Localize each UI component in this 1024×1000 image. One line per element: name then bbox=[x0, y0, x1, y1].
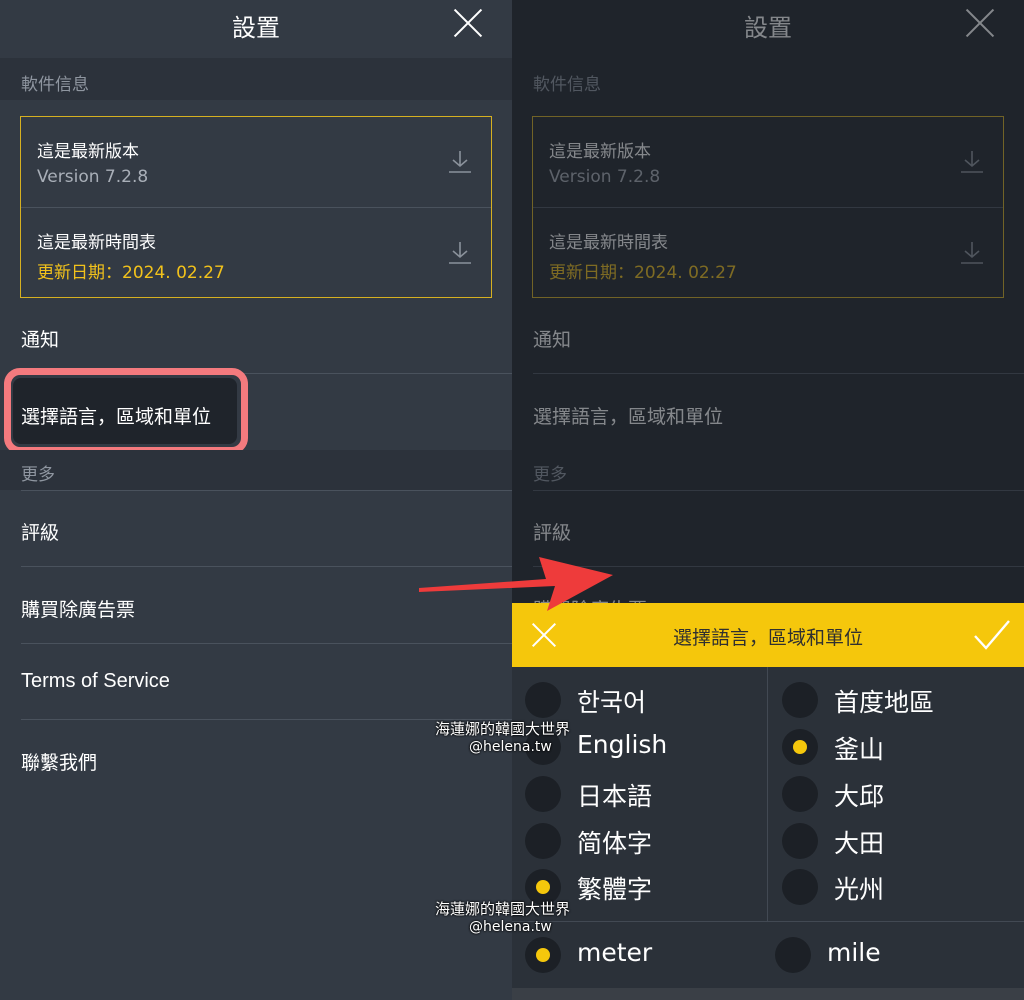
option-label: mile bbox=[827, 938, 881, 967]
schedule-title: 這是最新時間表 bbox=[549, 233, 668, 253]
option-label: 日本語 bbox=[577, 782, 653, 811]
download-icon[interactable] bbox=[447, 240, 473, 266]
watermark-handle: @helena.tw bbox=[469, 739, 552, 755]
watermark: 海蓮娜的韓國大世界 @helena.tw bbox=[435, 900, 570, 936]
section-label-more: 更多 bbox=[21, 465, 55, 485]
check-icon[interactable] bbox=[972, 617, 1012, 653]
radio-button[interactable] bbox=[782, 682, 818, 718]
region-option[interactable]: 大田 bbox=[782, 821, 1012, 861]
language-option[interactable]: 한국어 bbox=[525, 680, 755, 720]
option-label: 釜山 bbox=[834, 735, 885, 764]
option-label: 简体字 bbox=[577, 829, 653, 858]
radio-button[interactable] bbox=[775, 937, 811, 973]
language-option[interactable]: 简体字 bbox=[525, 821, 755, 861]
schedule-date: 更新日期：2024. 02.27 bbox=[37, 263, 225, 283]
divider bbox=[533, 373, 1024, 374]
watermark-handle: @helena.tw bbox=[469, 919, 552, 935]
schedule-row: 這是最新時間表 更新日期：2024. 02.27 bbox=[533, 207, 1003, 297]
radio-button-selected[interactable] bbox=[782, 729, 818, 765]
option-label: 首度地區 bbox=[834, 688, 935, 717]
menu-item-language: 選擇語言，區域和單位 bbox=[533, 406, 724, 428]
option-label: 大田 bbox=[834, 829, 885, 858]
bottom-bar bbox=[512, 988, 1024, 1000]
language-region-unit-dialog: 選擇語言，區域和單位 한국어 English 日本語 简体字 繁體字 首度地區 … bbox=[512, 603, 1024, 1000]
divider bbox=[21, 490, 512, 491]
option-label: 繁體字 bbox=[577, 875, 653, 904]
menu-item-contact[interactable]: 聯繫我們 bbox=[21, 748, 97, 775]
unit-option[interactable]: mile bbox=[775, 935, 1005, 975]
region-option[interactable]: 首度地區 bbox=[782, 680, 1012, 720]
radio-button[interactable] bbox=[525, 776, 561, 812]
region-option-selected[interactable]: 釜山 bbox=[782, 727, 1012, 767]
watermark-name: 海蓮娜的韓國大世界 bbox=[435, 720, 571, 738]
version-title: 這是最新版本 bbox=[37, 142, 139, 162]
schedule-date: 更新日期：2024. 02.27 bbox=[549, 263, 737, 283]
menu-item-notify[interactable]: 通知 bbox=[21, 325, 59, 352]
menu-item-rating: 評級 bbox=[533, 522, 572, 544]
radio-button[interactable] bbox=[525, 682, 561, 718]
radio-button[interactable] bbox=[525, 823, 561, 859]
version-value: Version 7.2.8 bbox=[549, 167, 661, 187]
unit-option-selected[interactable]: meter bbox=[525, 935, 755, 975]
region-option[interactable]: 光州 bbox=[782, 867, 1012, 907]
unit-divider bbox=[512, 921, 1024, 922]
menu-item-buy-ad-free[interactable]: 購買除廣告票 bbox=[21, 595, 135, 622]
settings-header: 設置 bbox=[512, 0, 1024, 50]
update-info-box: 這是最新版本 Version 7.2.8 這是最新時間表 更新日期：2024. … bbox=[532, 116, 1004, 298]
settings-header: 設置 bbox=[0, 0, 512, 50]
menu-item-terms[interactable]: Terms of Service bbox=[21, 670, 170, 693]
page-title: 設置 bbox=[744, 14, 792, 42]
watermark: 海蓮娜的韓國大世界 @helena.tw bbox=[435, 720, 570, 756]
update-info-box: 這是最新版本 Version 7.2.8 這是最新時間表 更新日期：2024. … bbox=[20, 116, 492, 298]
language-option[interactable]: 日本語 bbox=[525, 774, 755, 814]
option-label: 大邱 bbox=[834, 782, 885, 811]
menu-item-language[interactable]: 選擇語言，區域和單位 bbox=[21, 402, 211, 429]
radio-button[interactable] bbox=[782, 776, 818, 812]
option-label: 한국어 bbox=[577, 688, 647, 717]
download-icon[interactable] bbox=[447, 149, 473, 175]
section-label-software: 軟件信息 bbox=[21, 75, 89, 95]
column-divider bbox=[767, 667, 768, 921]
arrow-icon bbox=[419, 557, 613, 611]
page-title: 設置 bbox=[232, 14, 280, 42]
section-label-software: 軟件信息 bbox=[533, 75, 601, 95]
version-value: Version 7.2.8 bbox=[37, 167, 149, 187]
schedule-title: 這是最新時間表 bbox=[37, 233, 156, 253]
divider bbox=[21, 643, 512, 644]
version-row[interactable]: 這是最新版本 Version 7.2.8 bbox=[21, 117, 491, 207]
schedule-row[interactable]: 這是最新時間表 更新日期：2024. 02.27 bbox=[21, 207, 491, 297]
menu-item-rating[interactable]: 評級 bbox=[21, 518, 59, 545]
region-option[interactable]: 大邱 bbox=[782, 774, 1012, 814]
version-row: 這是最新版本 Version 7.2.8 bbox=[533, 117, 1003, 207]
section-band-more bbox=[0, 450, 512, 490]
version-title: 這是最新版本 bbox=[549, 142, 651, 162]
close-icon[interactable] bbox=[453, 8, 483, 38]
radio-button[interactable] bbox=[782, 823, 818, 859]
watermark-name: 海蓮娜的韓國大世界 bbox=[435, 900, 571, 918]
option-label: English bbox=[577, 730, 668, 759]
radio-button-selected[interactable] bbox=[525, 937, 561, 973]
section-label-more: 更多 bbox=[533, 465, 567, 485]
dialog-title: 選擇語言，區域和單位 bbox=[672, 627, 863, 649]
divider bbox=[533, 490, 1024, 491]
download-icon bbox=[961, 242, 983, 264]
download-icon bbox=[961, 151, 983, 173]
menu-item-notify: 通知 bbox=[533, 329, 572, 351]
option-label: meter bbox=[577, 938, 653, 967]
radio-button[interactable] bbox=[782, 869, 818, 905]
option-label: 光州 bbox=[834, 875, 885, 904]
close-icon bbox=[965, 8, 995, 38]
settings-screen: 設置 軟件信息 這是最新版本 Version 7.2.8 這是最新時間表 更新日… bbox=[0, 0, 512, 1000]
